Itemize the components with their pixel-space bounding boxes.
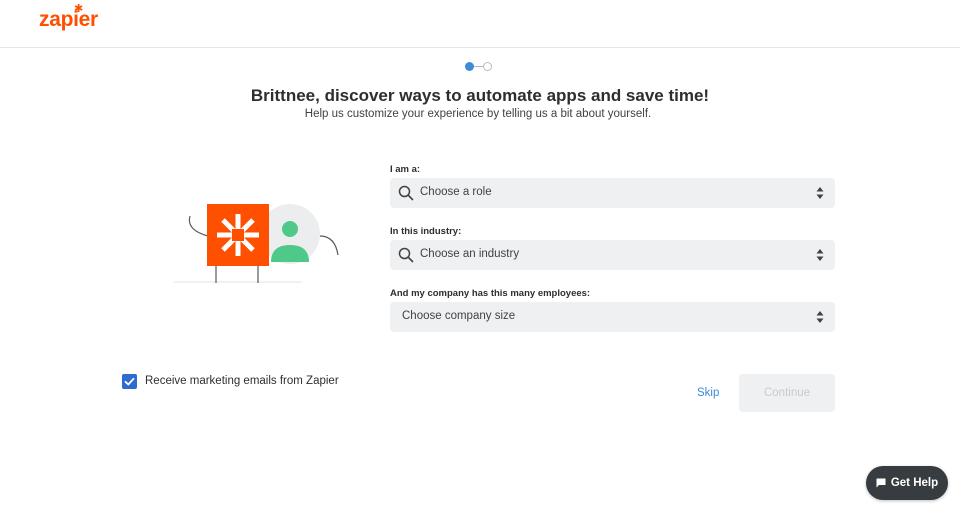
zapier-logo[interactable]: zapier ✱: [39, 3, 98, 32]
step-dot-active: [465, 62, 474, 71]
select-arrows-icon: [816, 187, 824, 199]
role-select[interactable]: Choose a role: [390, 178, 835, 208]
industry-label: In this industry:: [390, 226, 462, 237]
get-help-label: Get Help: [890, 477, 939, 489]
search-icon: [398, 185, 414, 201]
company-size-placeholder: Choose company size: [402, 310, 516, 322]
industry-select[interactable]: Choose an industry: [390, 240, 835, 270]
step-dot-inactive: [483, 62, 492, 71]
search-icon: [398, 247, 414, 263]
progress-stepper: [465, 62, 492, 72]
logo-asterisk-icon: ✱: [74, 3, 83, 15]
select-arrows-icon: [816, 249, 824, 261]
checkmark-icon: [124, 377, 135, 386]
role-placeholder: Choose a role: [420, 186, 492, 198]
chat-icon: [876, 478, 886, 488]
zapier-illustration: [174, 204, 339, 283]
select-arrows-icon: [816, 311, 824, 323]
skip-link[interactable]: Skip: [697, 387, 719, 399]
company-size-label: And my company has this many employees:: [390, 288, 591, 299]
get-help-button[interactable]: Get Help: [866, 466, 948, 500]
page-subtitle: Help us customize your experience by tel…: [304, 108, 652, 120]
marketing-emails-label[interactable]: Receive marketing emails from Zapier: [145, 375, 339, 387]
marketing-emails-checkbox[interactable]: [122, 374, 137, 389]
industry-placeholder: Choose an industry: [420, 248, 520, 260]
company-size-select[interactable]: Choose company size: [390, 302, 835, 332]
continue-button[interactable]: Continue: [739, 374, 835, 412]
top-header: zapier ✱: [0, 0, 960, 48]
role-label: I am a:: [390, 164, 421, 175]
step-connector: [474, 66, 483, 67]
page-title: Brittnee, discover ways to automate apps…: [250, 86, 710, 105]
